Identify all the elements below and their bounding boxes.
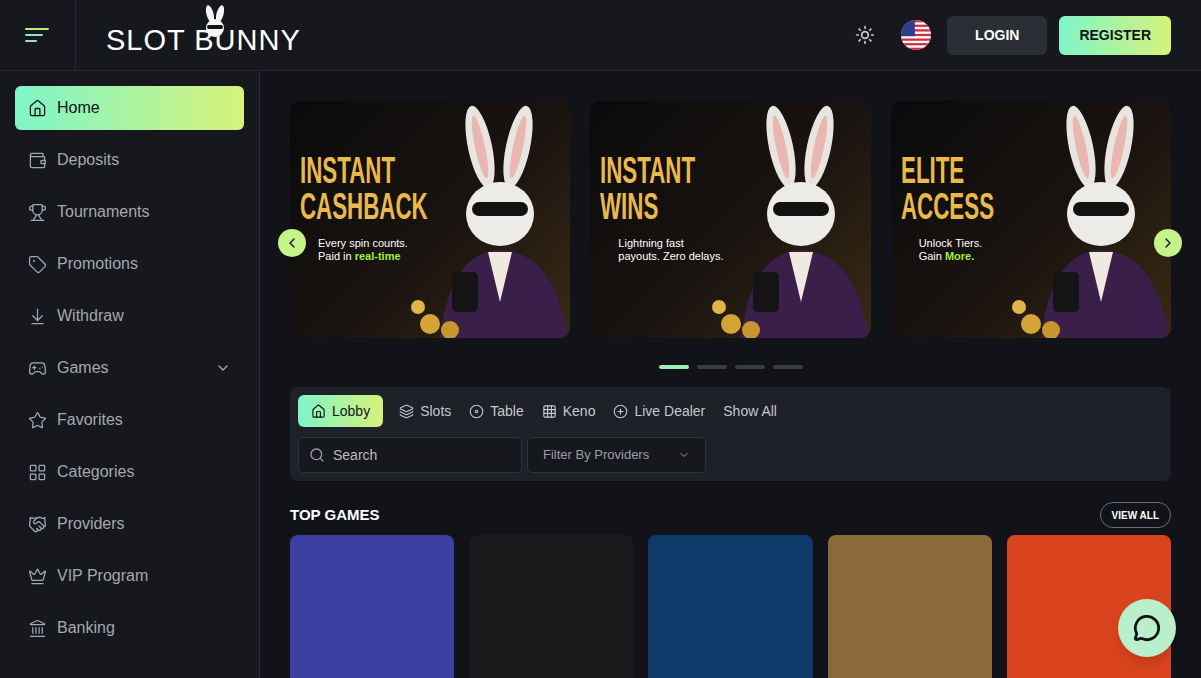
keno-icon	[542, 404, 557, 419]
provider-filter[interactable]: Filter By Providers	[527, 437, 706, 473]
banner-title: INSTANTWINS	[600, 153, 870, 225]
slots-icon	[399, 404, 414, 419]
chat-button[interactable]	[1118, 599, 1176, 657]
sidebar-item[interactable]: Banking	[15, 606, 244, 650]
banner-subtitle: Lightning fastpayouts. Zero delays.	[600, 237, 870, 263]
promo-banner[interactable]: INSTANTCASHBACK Every spin counts.Paid in…	[290, 101, 570, 338]
bunny-mascot-icon	[410, 102, 570, 338]
chevron-left-icon	[284, 235, 300, 251]
banner-title: ELITEACCESS	[901, 153, 1171, 225]
category-tab[interactable]: Live Dealer	[611, 395, 707, 427]
carousel-dot[interactable]	[735, 365, 765, 369]
sidebar-item[interactable]: Favorites	[15, 398, 244, 442]
sidebar-item[interactable]: Categories	[15, 450, 244, 494]
us-flag-icon[interactable]	[901, 20, 931, 50]
chat-icon	[1133, 614, 1161, 642]
top-games-row	[290, 535, 1171, 678]
bunny-logo-icon	[198, 4, 232, 38]
login-button[interactable]: LOGIN	[947, 16, 1047, 55]
main-content: INSTANTCASHBACK Every spin counts.Paid in…	[260, 71, 1201, 678]
chevron-right-icon	[1160, 235, 1176, 251]
carousel-next-button[interactable]	[1154, 229, 1182, 257]
sidebar-item[interactable]: Deposits	[15, 138, 244, 182]
tag-icon	[28, 255, 47, 274]
category-tab[interactable]: Lobby	[298, 395, 383, 427]
top-bar: SLOT BUNNY LOGIN REGISTER	[0, 0, 1201, 71]
category-tab[interactable]: Table	[467, 395, 525, 427]
category-tabs: Lobby Slots Table Keno Live Dealer Show All	[298, 395, 1163, 427]
carousel-dot[interactable]	[773, 365, 803, 369]
banner-subtitle: Every spin counts.Paid in real-time	[300, 237, 570, 263]
game-card[interactable]	[828, 535, 992, 678]
promo-banner[interactable]: INSTANTWINS Lightning fastpayouts. Zero d…	[590, 101, 870, 338]
menu-toggle[interactable]	[0, 0, 76, 70]
trophy-icon	[28, 203, 47, 222]
promo-carousel: INSTANTCASHBACK Every spin counts.Paid in…	[290, 101, 1171, 338]
category-tab[interactable]: Show All	[721, 395, 779, 427]
game-card[interactable]	[648, 535, 812, 678]
sidebar-item[interactable]: VIP Program	[15, 554, 244, 598]
chip-icon	[469, 404, 484, 419]
banner-title: INSTANTCASHBACK	[300, 153, 570, 225]
banner-subtitle: Unlock Tiers.Gain More.	[901, 237, 1171, 263]
game-filter-panel: Lobby Slots Table Keno Live Dealer Show All Se…	[290, 387, 1171, 481]
home-icon	[28, 99, 47, 118]
chevron-down-icon[interactable]	[215, 360, 231, 376]
plus-icon	[613, 404, 628, 419]
promo-banner[interactable]: ELITEACCESS Unlock Tiers.Gain More.	[891, 101, 1171, 338]
star-icon	[28, 411, 47, 430]
sidebar-item[interactable]: Games	[15, 346, 244, 390]
sidebar-item[interactable]: Promotions	[15, 242, 244, 286]
search-field[interactable]: Search	[298, 437, 522, 473]
sidebar-item[interactable]: Withdraw	[15, 294, 244, 338]
app: SLOT BUNNY LOGIN REGISTER Home Deposits Tourn…	[0, 0, 1201, 678]
bunny-mascot-icon	[1011, 102, 1171, 338]
view-all-button[interactable]: VIEW ALL	[1100, 502, 1171, 528]
game-card[interactable]	[469, 535, 633, 678]
crown-icon	[28, 567, 47, 586]
bunny-mascot-icon	[711, 102, 871, 338]
category-tab[interactable]: Slots	[397, 395, 453, 427]
hamburger-icon[interactable]	[25, 26, 51, 44]
game-card[interactable]	[290, 535, 454, 678]
sidebar-item[interactable]: Tournaments	[15, 190, 244, 234]
theme-toggle-icon[interactable]	[855, 25, 875, 45]
carousel-dots	[290, 365, 1171, 369]
bank-icon	[28, 619, 47, 638]
gamepad-icon	[28, 359, 47, 378]
logo[interactable]: SLOT BUNNY	[76, 0, 301, 70]
carousel-dot[interactable]	[659, 365, 689, 369]
search-icon	[309, 447, 325, 463]
download-icon	[28, 307, 47, 326]
sidebar: Home Deposits Tournaments Promotions Withdra…	[0, 71, 260, 678]
handshake-icon	[28, 515, 47, 534]
category-tab[interactable]: Keno	[540, 395, 598, 427]
wallet-icon	[28, 151, 47, 170]
grid-icon	[28, 463, 47, 482]
carousel-dot[interactable]	[697, 365, 727, 369]
chevron-down-icon	[678, 449, 690, 461]
top-games-header: TOP GAMESVIEW ALL	[290, 502, 1171, 528]
register-button[interactable]: REGISTER	[1059, 16, 1171, 55]
sidebar-item[interactable]: Home	[15, 86, 244, 130]
carousel-prev-button[interactable]	[278, 229, 306, 257]
sidebar-item[interactable]: Providers	[15, 502, 244, 546]
home-icon	[311, 404, 326, 419]
